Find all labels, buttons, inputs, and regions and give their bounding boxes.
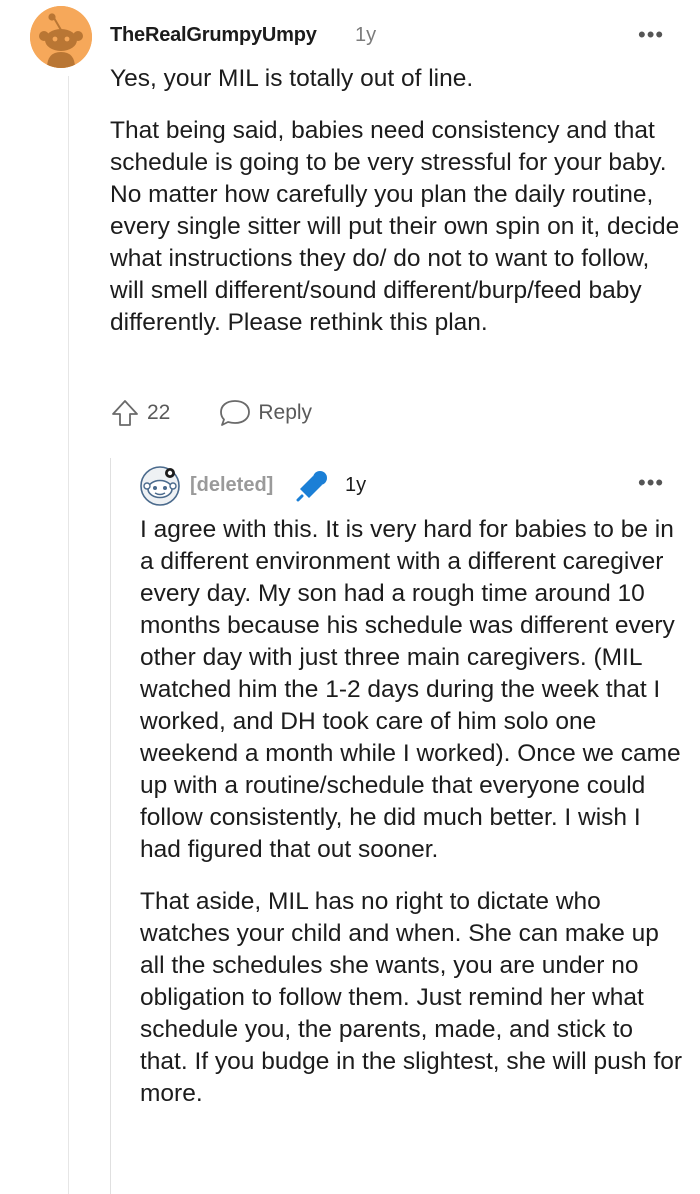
thread-line bbox=[68, 76, 69, 1194]
avatar[interactable] bbox=[30, 6, 92, 68]
vote-count: 22 bbox=[147, 401, 171, 424]
comment-body: Yes, your MIL is totally out of line. Th… bbox=[110, 63, 680, 339]
upvote-button[interactable]: 22 bbox=[110, 398, 170, 428]
more-options-icon[interactable]: ••• bbox=[638, 24, 664, 46]
reply-body: I agree with this. It is very hard for b… bbox=[140, 514, 685, 1110]
reply-button[interactable]: Reply bbox=[218, 398, 312, 428]
reply-label: Reply bbox=[258, 401, 313, 424]
timestamp: 1y bbox=[345, 474, 367, 496]
avatar[interactable] bbox=[140, 466, 180, 506]
more-options-icon[interactable]: ••• bbox=[638, 472, 664, 494]
author-name: [deleted] bbox=[190, 474, 274, 496]
upvote-arrow-icon bbox=[112, 400, 138, 426]
reply-paragraph: That aside, MIL has no right to dictate … bbox=[140, 888, 683, 1107]
timestamp: 1y bbox=[355, 24, 377, 46]
comment-paragraph: Yes, your MIL is totally out of line. bbox=[110, 65, 474, 92]
comment-actions: 22 Reply bbox=[110, 396, 312, 430]
reply-thread-line bbox=[110, 458, 111, 1194]
speech-bubble-icon bbox=[220, 400, 251, 426]
reply-paragraph: I agree with this. It is very hard for b… bbox=[140, 516, 681, 863]
microphone-badge-icon bbox=[296, 471, 327, 502]
deleted-user-snoo-icon bbox=[140, 466, 180, 506]
author-name[interactable]: TheRealGrumpyUmpy bbox=[110, 24, 317, 47]
snoo-avatar-icon bbox=[30, 6, 92, 68]
comment-paragraph: That being said, babies need consistency… bbox=[110, 117, 680, 336]
